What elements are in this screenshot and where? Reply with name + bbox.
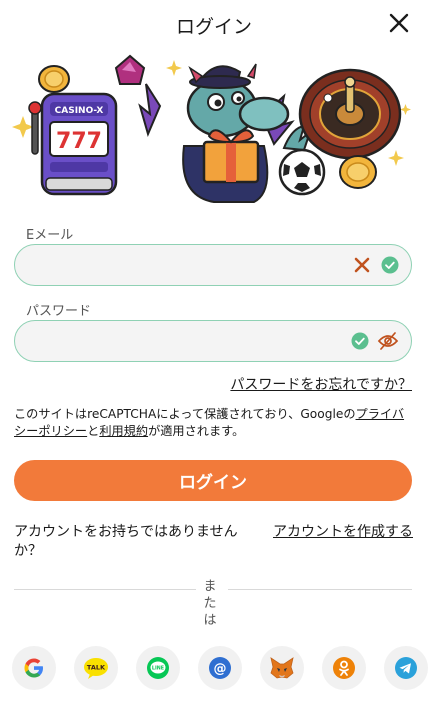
forgot-password-link[interactable]: パスワードをお忘れですか？ (230, 374, 412, 394)
odnoklassniki-icon (333, 657, 355, 679)
kakaotalk-label: TALK (87, 664, 106, 672)
coin-icon (339, 155, 377, 189)
terms-of-service-link[interactable]: 利用規約 (99, 424, 148, 438)
slot-digits-text: 777 (56, 129, 102, 154)
google-icon (24, 658, 43, 678)
email-login-button[interactable]: @ (198, 646, 242, 690)
gift-icon (202, 129, 260, 184)
gem-icon (114, 54, 146, 85)
clear-input-button[interactable] (353, 256, 371, 274)
slot-sign-text: CASINO-X (55, 106, 104, 116)
close-icon (389, 13, 409, 33)
email-field-container (14, 244, 412, 286)
kakaotalk-icon: TALK (84, 658, 108, 679)
email-at-label: @ (214, 662, 227, 677)
login-button[interactable]: ログイン (14, 460, 412, 501)
email-icon: @ (209, 657, 231, 679)
email-field[interactable] (29, 245, 339, 284)
recaptcha-notice: このサイトはreCAPTCHAによって保護されており、Googleのプライバシー… (14, 406, 414, 440)
email-label: Eメール (26, 228, 74, 243)
odnoklassniki-login-button[interactable] (322, 646, 366, 690)
kakaotalk-login-button[interactable]: TALK (74, 646, 118, 690)
password-field-container (14, 320, 412, 362)
hero-illustration: CASINO-X 777 (12, 46, 416, 208)
password-field[interactable] (29, 321, 339, 360)
line-icon: LINE (147, 657, 169, 679)
password-label: パスワード (26, 304, 92, 319)
create-account-link[interactable]: アカウントを作成する (273, 523, 413, 542)
recaptcha-suffix: が適用されます。 (148, 424, 245, 438)
telegram-icon (395, 657, 417, 679)
metamask-icon (270, 657, 294, 679)
google-login-button[interactable] (12, 646, 56, 690)
clear-icon (354, 257, 370, 273)
valid-check-icon (351, 332, 369, 350)
social-login-row: TALK LINE @ (12, 646, 428, 690)
line-login-button[interactable]: LINE (136, 646, 180, 690)
header: ログイン (0, 0, 428, 46)
divider-left (14, 589, 196, 590)
eye-off-icon (377, 332, 399, 350)
close-button[interactable] (386, 10, 412, 36)
soccer-ball-icon (278, 148, 326, 196)
roulette-wheel-icon (298, 68, 402, 160)
toggle-password-visibility-button[interactable] (377, 331, 399, 351)
slot-machine-icon: CASINO-X 777 (28, 92, 118, 196)
recaptcha-connector: と (87, 424, 100, 438)
no-account-text: アカウントをお持ちではありませんか？ (14, 524, 238, 559)
coin-icon (38, 65, 70, 93)
recaptcha-prefix: このサイトはreCAPTCHAによって保護されており、Googleの (14, 407, 356, 421)
telegram-login-button[interactable] (384, 646, 428, 690)
metamask-login-button[interactable] (260, 646, 304, 690)
divider-text: または (203, 579, 217, 628)
line-label: LINE (152, 666, 164, 672)
valid-check-icon (381, 256, 399, 274)
divider-right (228, 589, 412, 590)
page-title: ログイン (175, 16, 252, 38)
